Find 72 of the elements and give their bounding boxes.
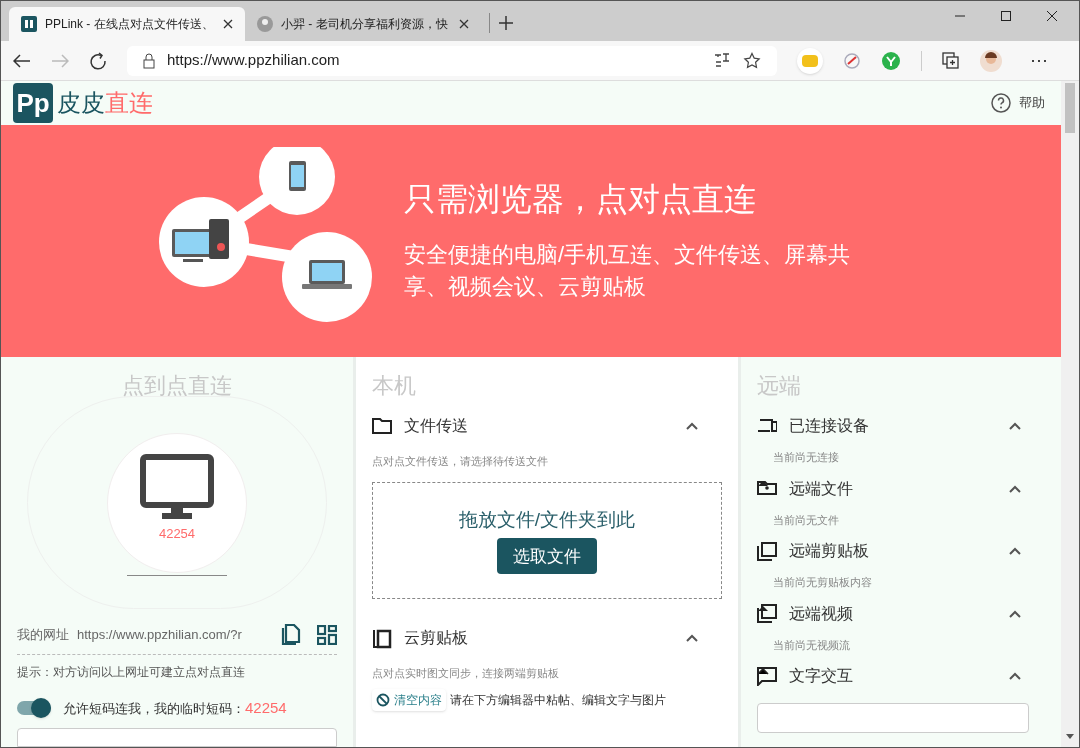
hint-text: 提示：对方访问以上网址可建立点对点直连 [17, 664, 246, 682]
short-code-toggle[interactable] [17, 701, 51, 716]
empty-state-text: 当前尚无剪贴板内容 [772, 575, 873, 590]
chevron-icon[interactable] [1009, 547, 1021, 555]
url-label: 我的网址 [17, 626, 69, 645]
short-code: 42254 [245, 698, 287, 719]
tab-title: PPLink - 在线点对点文件传送、 [45, 16, 215, 33]
section-title: 远端视频 [789, 603, 854, 624]
section-description: 点对点文件传送，请选择待传送文件 [372, 454, 549, 469]
extension-icon[interactable] [843, 51, 861, 70]
new-tab-icon[interactable] [498, 15, 514, 31]
chat-icon [757, 666, 777, 686]
desktop-monitor-icon [140, 453, 214, 520]
site-logo[interactable]: Pp 皮皮直连 [13, 83, 153, 123]
prohibited-icon [376, 693, 390, 707]
logo-mark: Pp [13, 83, 53, 123]
profile-avatar-icon[interactable] [980, 49, 1002, 72]
scroll-down-icon[interactable] [1066, 734, 1074, 739]
chevron-icon[interactable] [1009, 484, 1021, 493]
folder-icon [372, 418, 392, 434]
file-drop-zone[interactable]: 拖放文件/文件夹到此 选取文件 [372, 481, 722, 599]
section-title: 远端剪贴板 [789, 541, 870, 561]
scrollbar[interactable] [1061, 81, 1079, 747]
chevron-icon[interactable] [1009, 422, 1021, 430]
section-title: 云剪贴板 [404, 627, 469, 648]
qr-code-icon[interactable] [317, 625, 337, 646]
lock-icon [143, 52, 155, 69]
extension-icon[interactable] [881, 50, 901, 71]
site-name: 皮皮直连 [57, 88, 153, 118]
address-bar[interactable]: https://www.ppzhilian.com [127, 45, 777, 76]
browser-tab[interactable]: 小羿 - 老司机分享福利资源，快 [245, 7, 481, 41]
help-icon[interactable] [991, 93, 1011, 113]
device-code: 42254 [158, 524, 196, 543]
code-input-field[interactable] [17, 727, 337, 747]
empty-state-text: 当前尚无文件 [772, 512, 840, 528]
help-link[interactable]: 帮助 [1019, 93, 1045, 113]
browser-tab[interactable]: PPLink - 在线点对点文件传送、 [9, 7, 245, 41]
copy-icon [757, 541, 777, 561]
site-favicon-icon [21, 16, 37, 32]
reload-icon[interactable] [89, 51, 107, 70]
close-tab-icon[interactable] [459, 19, 469, 29]
copy-icon[interactable] [281, 624, 301, 647]
section-title: 已连接设备 [789, 416, 870, 436]
favorite-star-icon[interactable] [743, 51, 761, 70]
close-tab-icon[interactable] [223, 19, 233, 29]
editor-instruction: 请在下方编辑器中粘帖、编辑文字与图片 [450, 692, 666, 709]
url-text: https://www.ppzhilian.com/?r [77, 626, 242, 645]
tab-title: 小羿 - 老司机分享福利资源，快 [281, 16, 449, 33]
address-text: https://www.ppzhilian.com [167, 50, 341, 71]
banner-subtitle: 安全便捷的电脑/手机互连、文件传送、屏幕共享、视频会议、云剪贴板 [404, 241, 852, 301]
section-title: 文字交互 [789, 666, 854, 686]
scrollbar-thumb[interactable] [1065, 83, 1075, 133]
empty-state-text: 当前尚无视频流 [772, 637, 851, 653]
clear-content-button[interactable]: 清空内容 [372, 689, 446, 711]
chat-input-field[interactable] [757, 703, 1029, 733]
drop-zone-text: 拖放文件/文件夹到此 [458, 507, 636, 532]
section-title: 文件传送 [404, 416, 469, 436]
chevron-icon[interactable] [1009, 609, 1021, 618]
section-title: 远端文件 [789, 478, 854, 499]
back-icon[interactable] [13, 53, 31, 68]
collections-icon[interactable] [942, 51, 960, 70]
banner-headline: 只需浏览器，点对点直连 [404, 180, 757, 219]
section-description: 点对点实时图文同步，连接两端剪贴板 [372, 665, 560, 681]
more-menu-button[interactable]: ⋯ [1030, 47, 1048, 74]
chevron-icon[interactable] [686, 422, 698, 430]
chevron-icon[interactable] [1009, 672, 1021, 680]
folder-person-icon [757, 479, 777, 498]
short-code-label: 允许短码连我，我的临时短码： [63, 699, 245, 718]
empty-state-text: 当前尚无连接 [772, 450, 840, 465]
avatar-favicon-icon [257, 16, 273, 32]
select-files-button[interactable]: 选取文件 [497, 538, 597, 575]
chevron-icon[interactable] [686, 633, 698, 642]
